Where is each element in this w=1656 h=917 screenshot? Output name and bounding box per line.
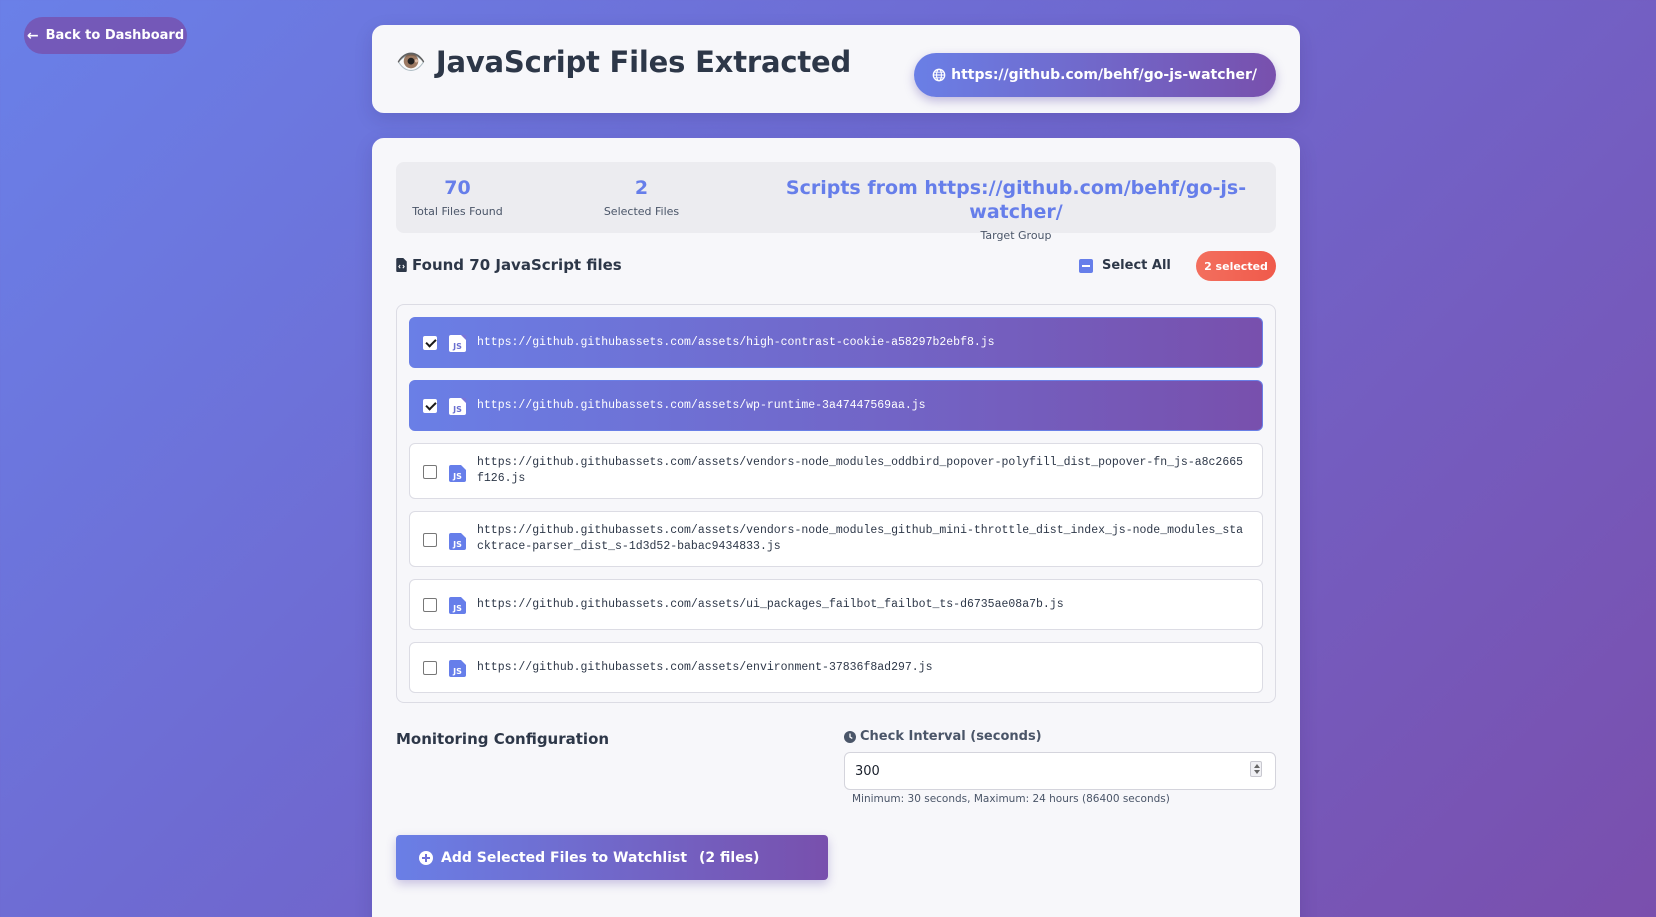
eye-icon: 👁️ [396,48,426,76]
js-file-icon: JS [449,597,466,614]
file-url: https://github.githubassets.com/assets/h… [477,336,995,349]
file-url: https://github.githubassets.com/assets/v… [477,456,1244,485]
stats-bar: 70 Total Files Found 2 Selected Files Sc… [396,162,1276,242]
stat-total-files: 70 Total Files Found [412,176,503,218]
indeterminate-checkbox-icon [1079,258,1093,273]
select-all-checkbox[interactable]: Select All [1079,258,1171,273]
js-file-icon: JS [449,335,466,352]
file-url: https://github.githubassets.com/assets/v… [477,524,1244,553]
selected-count-badge: 2 selected [1196,251,1276,281]
target-url-text: https://github.com/behf/go-js-watcher/ [951,67,1257,83]
js-file-icon: JS [449,660,466,677]
file-checkbox[interactable] [423,661,437,675]
check-interval-label: Check Interval (seconds) [844,729,1042,744]
file-checkbox[interactable] [423,598,437,612]
globe-icon [932,68,946,82]
back-to-dashboard-button[interactable]: ← Back to Dashboard [24,17,187,54]
file-item[interactable]: JS https://github.githubassets.com/asset… [409,317,1263,368]
add-button-label: Add Selected Files to Watchlist [441,849,688,866]
file-checkbox[interactable] [423,465,437,479]
file-code-icon [396,258,407,272]
monitoring-config-title: Monitoring Configuration [396,730,610,748]
add-to-watchlist-button[interactable]: Add Selected Files to Watchlist (2 files… [396,835,828,880]
file-item[interactable]: JS https://github.githubassets.com/asset… [409,380,1263,431]
file-checkbox[interactable] [423,533,437,547]
file-item[interactable]: JS https://github.githubassets.com/asset… [409,511,1263,567]
arrow-left-icon: ← [26,27,39,44]
target-group-label: Target Group [980,229,1052,242]
page-header: 👁️ JavaScript Files Extracted https://gi… [372,25,1300,113]
stat-target-group: Scripts from https://github.com/behf/go-… [756,176,1276,242]
file-url: https://github.githubassets.com/assets/u… [477,598,1064,611]
clock-icon [844,730,856,743]
js-file-icon: JS [449,465,466,482]
select-all-label: Select All [1102,258,1171,273]
selected-files-label: Selected Files [603,205,680,218]
file-item[interactable]: JS https://github.githubassets.com/asset… [409,579,1263,630]
title-group: 👁️ JavaScript Files Extracted [396,45,851,79]
files-toolbar: Found 70 JavaScript files Select All 2 s… [396,251,1276,281]
target-url-link[interactable]: https://github.com/behf/go-js-watcher/ [914,53,1276,97]
selected-files-value: 2 [634,177,649,199]
stat-selected-files: 2 Selected Files [596,176,687,218]
check-interval-input[interactable] [844,752,1276,790]
check-interval-help: Minimum: 30 seconds, Maximum: 24 hours (… [852,793,1170,805]
file-item[interactable]: JS https://github.githubassets.com/asset… [409,642,1263,693]
js-file-icon: JS [449,398,466,415]
file-url: https://github.githubassets.com/assets/w… [477,399,926,412]
file-url: https://github.githubassets.com/assets/e… [477,661,933,674]
file-item[interactable]: JS https://github.githubassets.com/asset… [409,443,1263,499]
page-title: JavaScript Files Extracted [435,45,852,79]
back-button-label: Back to Dashboard [45,28,185,43]
plus-circle-icon [419,850,433,865]
total-files-label: Total Files Found [412,205,503,218]
total-files-value: 70 [444,177,471,199]
main-panel: 70 Total Files Found 2 Selected Files Sc… [372,138,1300,917]
file-checkbox[interactable] [423,336,437,350]
files-heading-text: Found 70 JavaScript files [412,256,622,274]
file-list[interactable]: JS https://github.githubassets.com/asset… [396,304,1276,703]
target-group-value: Scripts from https://github.com/behf/go-… [785,177,1247,223]
number-stepper-icon[interactable] [1250,761,1262,777]
add-button-count: (2 files) [699,849,760,866]
js-file-icon: JS [449,533,466,550]
file-checkbox[interactable] [423,399,437,413]
check-interval-label-text: Check Interval (seconds) [860,729,1042,744]
files-heading: Found 70 JavaScript files [396,256,622,274]
